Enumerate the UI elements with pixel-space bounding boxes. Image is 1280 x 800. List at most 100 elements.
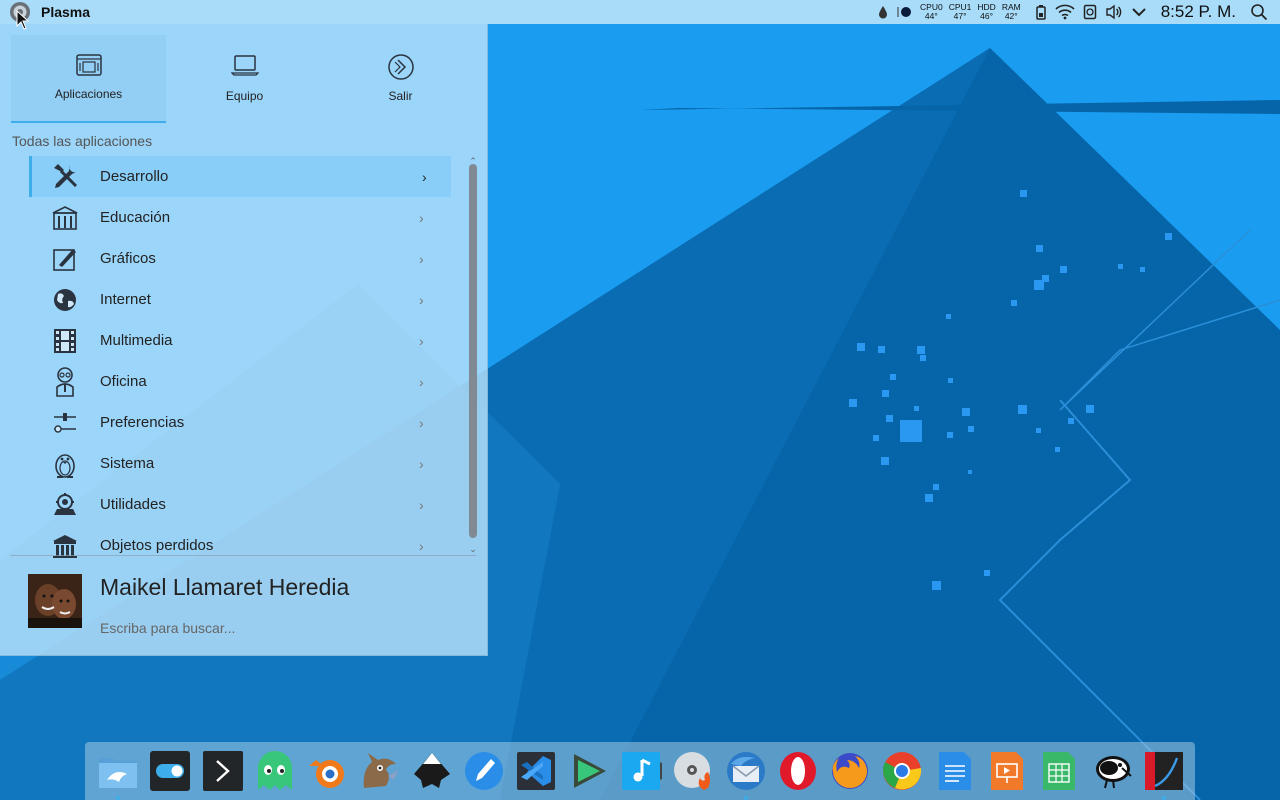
chevron-right-icon: › [419, 373, 424, 390]
ram-temp: RAM 42° [1001, 2, 1021, 21]
divider [10, 555, 476, 556]
active-app-title: Plasma [41, 4, 91, 20]
running-indicator [743, 796, 748, 800]
running-indicator [116, 796, 120, 800]
tab-label: Aplicaciones [54, 87, 123, 101]
dock [85, 742, 1195, 800]
top-panel: Plasma CPU0 44° CPU1 47° HDD 46° RAM 42° 8:5… [0, 0, 1280, 24]
cpu1-temp: CPU1 47° [948, 2, 972, 21]
category-scrollbar[interactable]: ⌃ ⌄ [468, 156, 478, 556]
hdd-temp: HDD 46° [977, 2, 996, 21]
opera-icon[interactable] [777, 750, 819, 792]
moon-icon[interactable] [896, 5, 912, 19]
clock[interactable]: 8:52 P. M. [1161, 2, 1236, 22]
scroll-down-icon[interactable]: ⌄ [468, 544, 478, 554]
user-name: Maikel Llamaret Heredia [100, 574, 350, 600]
presentation-icon[interactable] [986, 750, 1028, 792]
text-document-icon[interactable] [934, 750, 976, 792]
chevron-right-icon: › [419, 209, 424, 226]
chevron-right-icon: › [422, 168, 427, 185]
laptop-icon [229, 53, 260, 80]
lost-found-icon [50, 531, 80, 561]
globe-icon [50, 285, 80, 315]
wifi-icon[interactable] [1055, 4, 1075, 20]
chevron-right-icon: › [419, 291, 424, 308]
tab-label: Equipo [225, 89, 264, 103]
firefox-icon[interactable] [829, 750, 871, 792]
graph-tool-icon[interactable] [1143, 750, 1185, 800]
inkscape-icon[interactable] [411, 750, 453, 792]
chevron-down-icon[interactable] [1131, 7, 1147, 17]
section-title: Todas las aplicaciones [12, 133, 153, 149]
spreadsheet-icon[interactable] [1038, 750, 1080, 792]
category-label: Oficina [100, 373, 147, 390]
category-label: Internet [100, 291, 151, 308]
settings-toggle-icon[interactable] [149, 750, 191, 792]
dolphin-file-manager-icon[interactable] [97, 750, 139, 800]
category-label: Desarrollo [100, 168, 169, 185]
applications-icon [75, 53, 103, 80]
tab-equipo[interactable]: Equipo [167, 35, 322, 123]
chevron-right-icon: › [419, 250, 424, 267]
tools-icon [50, 162, 80, 192]
building-icon [50, 203, 80, 233]
exit-icon [387, 53, 415, 84]
category-oficina[interactable]: Oficina › [29, 361, 451, 402]
gimp-icon[interactable] [358, 750, 400, 792]
category-utilidades[interactable]: Utilidades › [29, 484, 451, 525]
category-list: Desarrollo › Educación › Gráficos › Inte… [29, 156, 451, 566]
play-arrow-icon[interactable] [568, 750, 610, 792]
chrome-icon[interactable] [881, 750, 923, 792]
category-label: Gráficos [100, 250, 156, 267]
category-preferencias[interactable]: Preferencias › [29, 402, 451, 443]
cpu0-temp: CPU0 44° [920, 2, 943, 21]
pen-editor-icon[interactable] [463, 750, 505, 792]
chevron-right-icon: › [419, 496, 424, 513]
category-graficos[interactable]: Gráficos › [29, 238, 451, 279]
thunderbird-icon[interactable] [725, 750, 767, 800]
droplet-icon[interactable] [878, 5, 888, 19]
category-label: Educación [100, 209, 171, 226]
kiwi-icon[interactable] [1091, 750, 1133, 792]
film-icon [50, 326, 80, 356]
category-sistema[interactable]: Sistema › [29, 443, 451, 484]
search-icon[interactable] [1250, 3, 1268, 21]
category-label: Multimedia [100, 332, 173, 349]
disc-burner-icon[interactable] [672, 750, 714, 792]
category-label: Preferencias [100, 414, 185, 431]
category-educacion[interactable]: Educación › [29, 197, 451, 238]
category-multimedia[interactable]: Multimedia › [29, 320, 451, 361]
category-desarrollo[interactable]: Desarrollo › [29, 156, 451, 197]
blender-icon[interactable] [306, 750, 348, 792]
category-label: Utilidades [100, 496, 166, 513]
music-player-icon[interactable] [620, 750, 662, 792]
office-person-icon [50, 366, 80, 397]
vscode-icon[interactable] [515, 750, 557, 792]
sliders-icon [50, 408, 80, 438]
battery-icon[interactable] [1035, 4, 1047, 20]
utilities-icon [50, 490, 80, 520]
tab-salir[interactable]: Salir [323, 35, 478, 123]
system-tray: CPU0 44° CPU1 47° HDD 46° RAM 42° 8:52 P. M. [878, 0, 1280, 24]
brush-icon [50, 244, 80, 274]
terminal-icon[interactable] [202, 750, 244, 792]
device-icon[interactable] [1083, 4, 1097, 20]
avatar[interactable] [28, 574, 82, 628]
category-objetos-perdidos[interactable]: Objetos perdidos › [29, 525, 451, 566]
tab-aplicaciones[interactable]: Aplicaciones [11, 35, 166, 123]
ghost-app-icon[interactable] [254, 750, 296, 792]
scrollbar-thumb[interactable] [469, 164, 477, 538]
chevron-right-icon: › [419, 332, 424, 349]
chevron-right-icon: › [419, 455, 424, 472]
category-internet[interactable]: Internet › [29, 279, 451, 320]
volume-icon[interactable] [1105, 4, 1123, 20]
category-label: Sistema [100, 455, 155, 472]
chevron-right-icon: › [419, 537, 424, 554]
application-launcher-menu: Aplicaciones Equipo Salir Todas las apli… [0, 24, 488, 656]
running-indicator [1161, 796, 1166, 800]
penguin-icon [50, 449, 80, 479]
search-input[interactable]: Escriba para buscar... [100, 620, 235, 636]
category-label: Objetos perdidos [100, 537, 214, 554]
tab-label: Salir [388, 89, 413, 103]
chevron-right-icon: › [419, 414, 424, 431]
